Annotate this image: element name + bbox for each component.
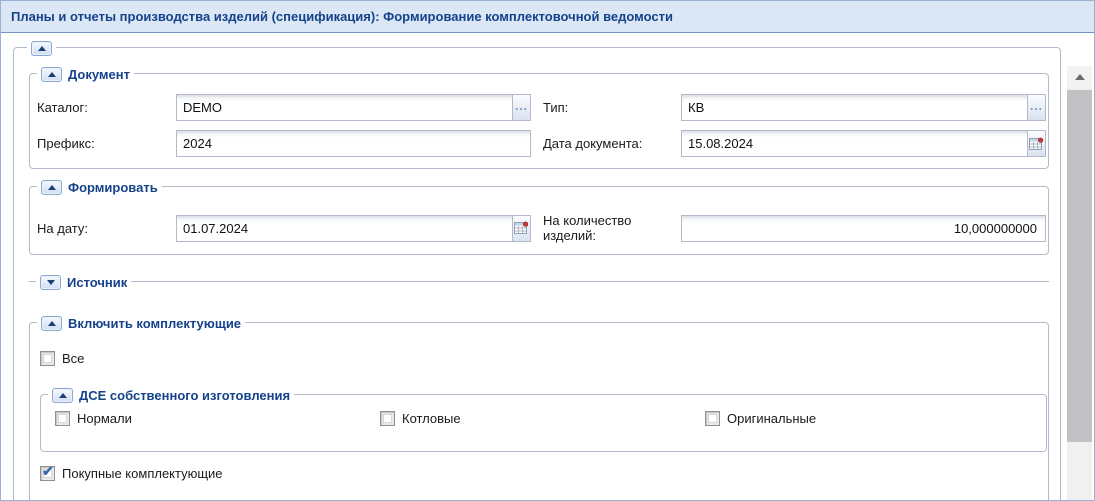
document-collapse-button[interactable]	[41, 67, 62, 82]
prefix-label: Префикс:	[37, 136, 176, 151]
checkbox-all-label: Все	[62, 351, 84, 366]
checkbox-normali-label: Нормали	[77, 411, 132, 426]
quantity-label: На количество изделий:	[543, 213, 681, 243]
doc-date-field	[681, 130, 1046, 157]
outer-fieldset-collapse-button[interactable]	[31, 41, 52, 56]
fieldset-generate: Формировать На дату:	[29, 186, 1049, 255]
quantity-field	[681, 215, 1046, 242]
ellipsis-icon: ...	[515, 102, 528, 110]
fieldset-dse-legend: ДСЕ собственного изготовления	[48, 387, 294, 403]
form-body: Документ Каталог: ... Тип: ...	[1, 33, 1094, 500]
checkbox-normali-box[interactable]: ✔	[55, 411, 70, 426]
window-title: Планы и отчеты производства изделий (спе…	[11, 9, 673, 24]
type-input[interactable]	[681, 94, 1046, 121]
type-field: ...	[681, 94, 1046, 121]
window: Планы и отчеты производства изделий (спе…	[0, 0, 1095, 501]
source-expand-button[interactable]	[40, 275, 61, 290]
catalog-lookup-button[interactable]: ...	[512, 95, 530, 120]
arrow-up-icon	[48, 72, 56, 77]
fieldset-source-legend: Источник	[36, 274, 131, 290]
fieldset-dse-title: ДСЕ собственного изготовления	[79, 388, 290, 403]
scrollbar-up-button[interactable]	[1067, 66, 1092, 88]
dse-collapse-button[interactable]	[52, 388, 73, 403]
generate-collapse-button[interactable]	[41, 180, 62, 195]
fieldset-source: Источник	[29, 281, 1049, 282]
fieldset-document-title: Документ	[68, 67, 130, 82]
calendar-icon	[514, 221, 529, 235]
form-content: Документ Каталог: ... Тип: ...	[13, 47, 1094, 500]
doc-date-input[interactable]	[681, 130, 1046, 157]
checkbox-all-box[interactable]: ✔	[40, 351, 55, 366]
checkbox-purchased-box[interactable]: ✔	[40, 466, 55, 481]
arrow-up-icon	[48, 321, 56, 326]
fieldset-dse: ДСЕ собственного изготовления ✔ Нормали	[40, 394, 1047, 452]
fieldset-include-title: Включить комплектующие	[68, 316, 241, 331]
checkbox-kotlovye[interactable]: ✔ Котловые	[380, 410, 705, 426]
checkbox-all[interactable]: ✔ Все	[40, 350, 1047, 366]
ellipsis-icon: ...	[1030, 102, 1043, 110]
fieldset-include-legend: Включить комплектующие	[37, 315, 245, 331]
outer-fieldset: Документ Каталог: ... Тип: ...	[13, 47, 1061, 500]
quantity-input[interactable]	[681, 215, 1046, 242]
vertical-scrollbar[interactable]	[1067, 66, 1092, 500]
prefix-input[interactable]	[176, 130, 531, 157]
fieldset-source-title: Источник	[67, 275, 127, 290]
arrow-up-icon	[48, 185, 56, 190]
arrow-up-icon	[38, 46, 46, 51]
calendar-icon	[1029, 137, 1044, 151]
catalog-field: ...	[176, 94, 531, 121]
checkbox-normali[interactable]: ✔ Нормали	[55, 410, 380, 426]
fieldset-generate-legend: Формировать	[37, 179, 162, 195]
scroll-up-icon	[1075, 74, 1085, 80]
arrow-up-icon	[59, 393, 67, 398]
checkmark-icon: ✔	[42, 463, 54, 480]
checkbox-originalnye-box[interactable]: ✔	[705, 411, 720, 426]
on-date-input[interactable]	[176, 215, 531, 242]
arrow-down-icon	[47, 280, 55, 285]
prefix-field	[176, 130, 531, 157]
window-titlebar: Планы и отчеты производства изделий (спе…	[1, 1, 1094, 33]
fieldset-include: Включить комплектующие ✔ Все ДСЕ собстве…	[29, 322, 1049, 500]
checkbox-purchased-label: Покупные комплектующие	[62, 466, 223, 481]
scrollbar-thumb[interactable]	[1067, 90, 1092, 442]
include-collapse-button[interactable]	[41, 316, 62, 331]
doc-date-label: Дата документа:	[543, 136, 681, 151]
on-date-picker-button[interactable]	[512, 216, 530, 241]
checkbox-originalnye-label: Оригинальные	[727, 411, 816, 426]
checkbox-originalnye[interactable]: ✔ Оригинальные	[705, 410, 1030, 426]
checkbox-purchased[interactable]: ✔ Покупные комплектующие	[40, 465, 1047, 481]
type-label: Тип:	[543, 100, 681, 115]
catalog-input[interactable]	[176, 94, 531, 121]
fieldset-document-legend: Документ	[37, 66, 134, 82]
doc-date-picker-button[interactable]	[1027, 131, 1045, 156]
on-date-field	[176, 215, 531, 242]
fieldset-document: Документ Каталог: ... Тип: ...	[29, 73, 1049, 169]
on-date-label: На дату:	[37, 221, 176, 236]
checkbox-kotlovye-label: Котловые	[402, 411, 461, 426]
checkbox-kotlovye-box[interactable]: ✔	[380, 411, 395, 426]
catalog-label: Каталог:	[37, 100, 176, 115]
fieldset-generate-title: Формировать	[68, 180, 158, 195]
type-lookup-button[interactable]: ...	[1027, 95, 1045, 120]
outer-fieldset-legend	[27, 40, 56, 56]
